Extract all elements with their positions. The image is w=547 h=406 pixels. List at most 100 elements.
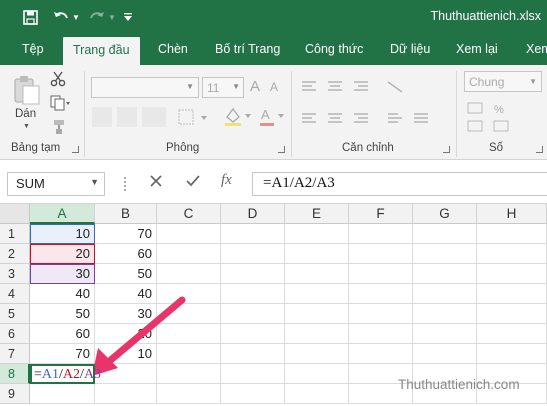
number-format-buttons[interactable]: % (466, 101, 544, 135)
cell-a2[interactable]: 20 (30, 244, 95, 264)
column-header-d[interactable]: D (221, 204, 285, 224)
cancel-icon[interactable] (149, 174, 163, 192)
cell-g2[interactable] (413, 244, 477, 264)
column-header-e[interactable]: E (285, 204, 349, 224)
cell-e2[interactable] (285, 244, 349, 264)
cell-e7[interactable] (285, 344, 349, 364)
enter-icon[interactable] (185, 174, 201, 192)
cell-b7[interactable]: 10 (95, 344, 157, 364)
underline-button[interactable] (142, 107, 166, 127)
column-header-b[interactable]: B (95, 204, 157, 224)
cell-d6[interactable] (221, 324, 285, 344)
font-size-dropdown[interactable]: 11 ▼ (202, 77, 244, 98)
cell-d2[interactable] (221, 244, 285, 264)
cell-b4[interactable]: 40 (95, 284, 157, 304)
cell-e6[interactable] (285, 324, 349, 344)
tab-page-layout[interactable]: Bố trí Trang (215, 42, 280, 56)
row-header-2[interactable]: 2 (0, 244, 30, 264)
select-all-button[interactable] (0, 204, 30, 224)
tab-view[interactable]: Xem (526, 42, 547, 56)
tab-review[interactable]: Xem lại (456, 42, 498, 56)
cell-e4[interactable] (285, 284, 349, 304)
cut-icon[interactable] (50, 71, 68, 89)
cell-d3[interactable] (221, 264, 285, 284)
cell-a8[interactable]: =A1/A2/A3 (30, 364, 101, 384)
redo-icon[interactable] (88, 7, 106, 27)
name-box[interactable]: SUM ▼ (7, 172, 105, 196)
row-header-3[interactable]: 3 (0, 264, 30, 284)
redo-dropdown-icon[interactable]: ▼ (107, 7, 117, 27)
row-header-1[interactable]: 1 (0, 224, 30, 244)
cell-g4[interactable] (413, 284, 477, 304)
cell-e8[interactable] (285, 364, 349, 384)
number-launcher-icon[interactable] (536, 146, 543, 153)
clipboard-launcher-icon[interactable] (72, 146, 79, 153)
font-name-dropdown[interactable]: ▼ (91, 77, 199, 98)
undo-dropdown-icon[interactable]: ▼ (71, 7, 81, 27)
cell-b9[interactable] (95, 384, 157, 404)
paste-button[interactable]: Dán ▼ (10, 73, 44, 131)
cell-f5[interactable] (349, 304, 413, 324)
cell-e5[interactable] (285, 304, 349, 324)
cell-f7[interactable] (349, 344, 413, 364)
cell-f3[interactable] (349, 264, 413, 284)
cell-d7[interactable] (221, 344, 285, 364)
cell-b3[interactable]: 50 (95, 264, 157, 284)
fill-color-button[interactable] (222, 105, 254, 127)
cell-d1[interactable] (221, 224, 285, 244)
tab-data[interactable]: Dữ liệu (390, 42, 430, 56)
cell-b8[interactable] (95, 364, 157, 384)
cell-c5[interactable] (157, 304, 221, 324)
cell-c7[interactable] (157, 344, 221, 364)
cell-g7[interactable] (413, 344, 477, 364)
cell-b5[interactable]: 30 (95, 304, 157, 324)
cell-f1[interactable] (349, 224, 413, 244)
cell-c4[interactable] (157, 284, 221, 304)
column-header-a[interactable]: A (30, 204, 95, 224)
row-header-4[interactable]: 4 (0, 284, 30, 304)
cell-d8[interactable] (221, 364, 285, 384)
cell-g6[interactable] (413, 324, 477, 344)
cell-h3[interactable] (477, 264, 547, 284)
column-header-c[interactable]: C (157, 204, 221, 224)
cell-e9[interactable] (285, 384, 349, 404)
cell-d5[interactable] (221, 304, 285, 324)
tab-file[interactable]: Tệp (22, 42, 44, 56)
number-format-dropdown[interactable]: Chung ▼ (464, 71, 542, 92)
row-header-9[interactable]: 9 (0, 384, 30, 404)
customize-qat-icon[interactable] (121, 7, 135, 27)
bold-button[interactable] (92, 107, 112, 127)
row-header-5[interactable]: 5 (0, 304, 30, 324)
cell-f4[interactable] (349, 284, 413, 304)
tab-home[interactable]: Trang đầu (63, 37, 140, 65)
shrink-font-button[interactable]: A (270, 80, 284, 100)
cell-h4[interactable] (477, 284, 547, 304)
cell-b6[interactable]: 20 (95, 324, 157, 344)
cell-g3[interactable] (413, 264, 477, 284)
borders-button[interactable] (177, 107, 211, 127)
cell-a3[interactable]: 30 (30, 264, 95, 284)
cell-c3[interactable] (157, 264, 221, 284)
cell-h5[interactable] (477, 304, 547, 324)
cell-f6[interactable] (349, 324, 413, 344)
font-launcher-icon[interactable] (278, 146, 285, 153)
alignment-launcher-icon[interactable] (443, 146, 450, 153)
cell-h1[interactable] (477, 224, 547, 244)
alignment-buttons[interactable] (300, 78, 450, 136)
cell-c8[interactable] (157, 364, 221, 384)
copy-icon[interactable] (50, 95, 72, 113)
cell-e1[interactable] (285, 224, 349, 244)
row-header-8[interactable]: 8 (0, 364, 30, 384)
cell-d4[interactable] (221, 284, 285, 304)
cell-d9[interactable] (221, 384, 285, 404)
tab-formulas[interactable]: Công thức (305, 42, 363, 56)
cell-h6[interactable] (477, 324, 547, 344)
cell-c1[interactable] (157, 224, 221, 244)
cell-c2[interactable] (157, 244, 221, 264)
cell-h7[interactable] (477, 344, 547, 364)
column-header-g[interactable]: G (413, 204, 477, 224)
paste-dropdown-icon[interactable]: ▼ (23, 123, 30, 130)
cell-a4[interactable]: 40 (30, 284, 95, 304)
italic-button[interactable] (117, 107, 137, 127)
formula-input[interactable]: =A1/A2/A3 (252, 172, 547, 196)
